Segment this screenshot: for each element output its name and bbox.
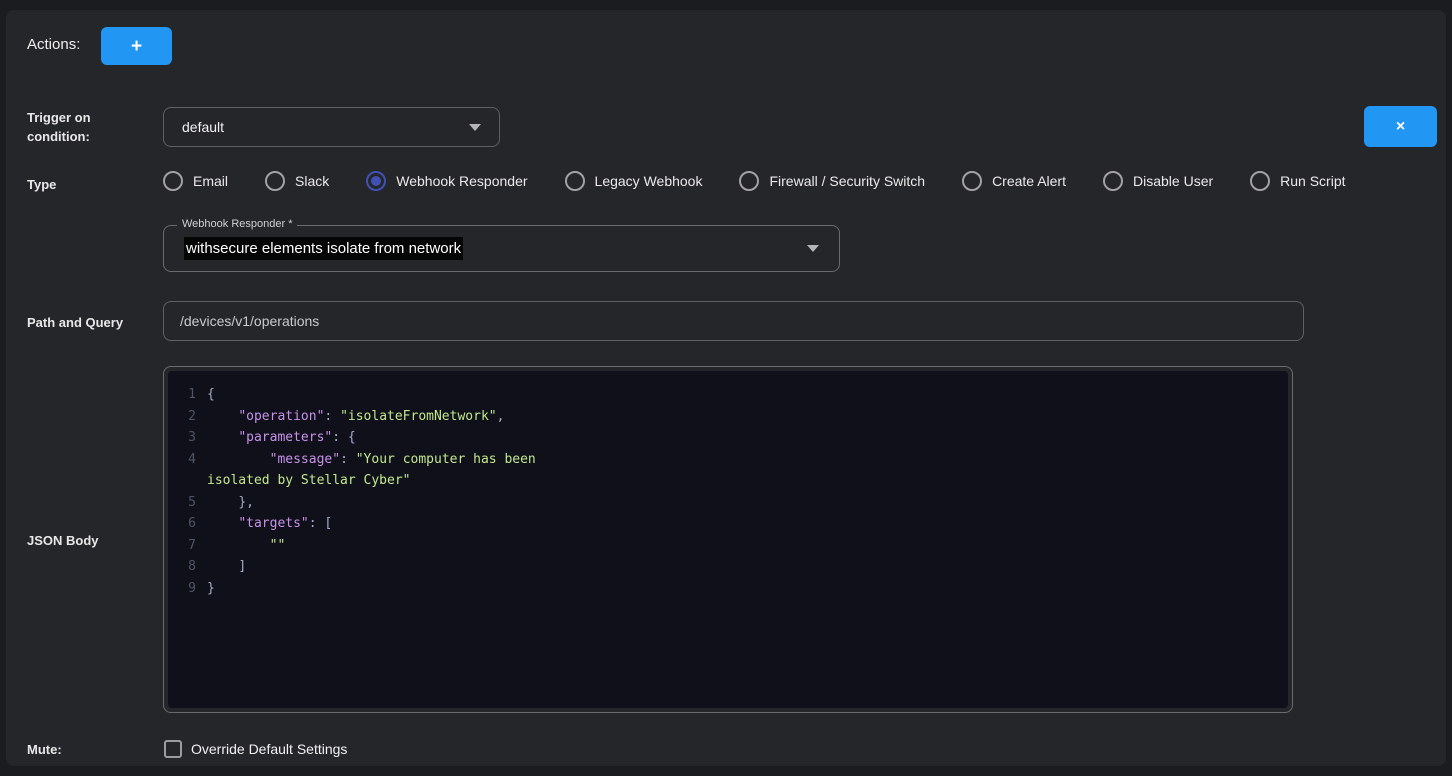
type-radio-disable-user[interactable]: Disable User: [1103, 171, 1213, 191]
code-line: 7 "": [168, 535, 1288, 557]
radio-circle-icon: [565, 171, 585, 191]
add-action-button[interactable]: +: [101, 27, 172, 65]
code-line: 2 "operation": "isolateFromNetwork",: [168, 406, 1288, 428]
line-number: 4: [168, 449, 196, 471]
close-icon: ×: [1396, 119, 1405, 135]
radio-label: Legacy Webhook: [595, 173, 703, 189]
code-line: 3 "parameters": {: [168, 427, 1288, 449]
radio-label: Create Alert: [992, 173, 1066, 189]
code-line: 4 "message": "Your computer has been: [168, 449, 1288, 471]
code-line: 8 ]: [168, 556, 1288, 578]
type-radio-group: Email Slack Webhook Responder Legacy Webhoo…: [163, 168, 1346, 194]
radio-label: Slack: [295, 173, 329, 189]
trigger-condition-label: Trigger on condition:: [27, 108, 91, 146]
type-radio-create-alert[interactable]: Create Alert: [962, 171, 1066, 191]
trigger-condition-value: default: [182, 119, 459, 135]
remove-action-button[interactable]: ×: [1364, 106, 1437, 147]
radio-dot-icon: [168, 176, 178, 186]
radio-circle-icon: [163, 171, 183, 191]
line-number: [168, 470, 196, 492]
radio-dot-icon: [967, 176, 977, 186]
code-editor-content[interactable]: 1{2 "operation": "isolateFromNetwork",3 …: [168, 371, 1288, 708]
code-text: }: [207, 578, 215, 600]
code-line: 6 "targets": [: [168, 513, 1288, 535]
type-label: Type: [27, 175, 56, 194]
json-body-label: JSON Body: [27, 531, 99, 550]
code-text: "parameters": {: [207, 427, 356, 449]
radio-circle-icon: [962, 171, 982, 191]
radio-label: Webhook Responder: [396, 173, 527, 189]
actions-label: Actions:: [27, 36, 80, 53]
radio-dot-icon: [270, 176, 280, 186]
radio-circle-icon: [739, 171, 759, 191]
path-query-label: Path and Query: [27, 313, 123, 332]
line-number: 7: [168, 535, 196, 557]
code-line: 1{: [168, 384, 1288, 406]
radio-dot-icon: [570, 176, 580, 186]
type-radio-slack[interactable]: Slack: [265, 171, 329, 191]
radio-circle-icon: [1250, 171, 1270, 191]
radio-circle-icon: [366, 171, 386, 191]
override-default-settings-label: Override Default Settings: [191, 741, 347, 757]
override-default-settings-checkbox[interactable]: [164, 740, 182, 758]
radio-circle-icon: [265, 171, 285, 191]
code-line: isolated by Stellar Cyber": [168, 470, 1288, 492]
line-number: 2: [168, 406, 196, 428]
code-text: "": [207, 535, 285, 557]
path-query-input[interactable]: [163, 301, 1304, 341]
radio-label: Email: [193, 173, 228, 189]
radio-dot-icon: [371, 176, 381, 186]
chevron-down-icon: [469, 124, 481, 131]
type-radio-run-script[interactable]: Run Script: [1250, 171, 1345, 191]
code-line: 9}: [168, 578, 1288, 600]
line-number: 5: [168, 492, 196, 514]
type-radio-firewall-security-switch[interactable]: Firewall / Security Switch: [739, 171, 925, 191]
type-radio-legacy-webhook[interactable]: Legacy Webhook: [565, 171, 703, 191]
chevron-down-icon: [807, 245, 819, 252]
radio-label: Disable User: [1133, 173, 1213, 189]
webhook-responder-label: Webhook Responder *: [177, 218, 297, 230]
code-text: },: [207, 492, 254, 514]
radio-dot-icon: [744, 176, 754, 186]
code-text: "message": "Your computer has been: [207, 449, 536, 471]
line-number: 1: [168, 384, 196, 406]
webhook-responder-select[interactable]: Webhook Responder * withsecure elements …: [163, 225, 840, 272]
json-body-editor[interactable]: 1{2 "operation": "isolateFromNetwork",3 …: [163, 366, 1293, 713]
line-number: 6: [168, 513, 196, 535]
radio-label: Run Script: [1280, 173, 1345, 189]
code-text: isolated by Stellar Cyber": [207, 470, 411, 492]
line-number: 8: [168, 556, 196, 578]
webhook-responder-value: withsecure elements isolate from network: [184, 237, 463, 260]
radio-dot-icon: [1108, 176, 1118, 186]
trigger-condition-label-line2: condition:: [27, 127, 91, 146]
radio-dot-icon: [1255, 176, 1265, 186]
code-text: "operation": "isolateFromNetwork",: [207, 406, 504, 428]
line-number: 9: [168, 578, 196, 600]
type-radio-webhook-responder[interactable]: Webhook Responder: [366, 171, 527, 191]
radio-label: Firewall / Security Switch: [769, 173, 925, 189]
trigger-condition-label-line1: Trigger on: [27, 108, 91, 127]
code-line: 5 },: [168, 492, 1288, 514]
radio-circle-icon: [1103, 171, 1123, 191]
code-text: {: [207, 384, 215, 406]
trigger-condition-select[interactable]: default: [163, 107, 500, 147]
line-number: 3: [168, 427, 196, 449]
code-text: "targets": [: [207, 513, 332, 535]
code-text: ]: [207, 556, 246, 578]
plus-icon: +: [131, 37, 142, 56]
mute-label: Mute:: [27, 740, 62, 759]
type-radio-email[interactable]: Email: [163, 171, 228, 191]
